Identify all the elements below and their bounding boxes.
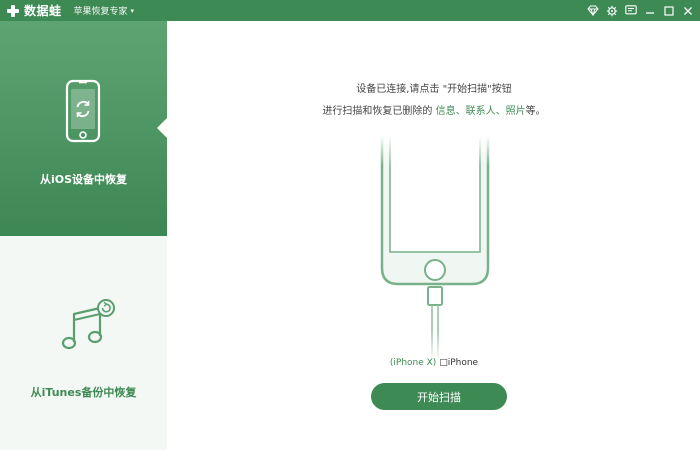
hint-messages: 信息 bbox=[435, 106, 456, 117]
phone-refresh-icon bbox=[65, 79, 101, 143]
hint-text: 等。 bbox=[525, 106, 546, 117]
start-scan-button[interactable]: 开始扫描 bbox=[371, 383, 507, 410]
connected-phone-illustration bbox=[370, 136, 500, 361]
settings-icon[interactable] bbox=[604, 3, 620, 19]
feedback-icon[interactable] bbox=[623, 3, 639, 19]
device-name: □iPhone bbox=[439, 358, 479, 368]
device-model: (iPhone X) bbox=[389, 358, 437, 368]
title-bar: 数据蛙 苹果恢复专家 ▾ bbox=[0, 0, 700, 21]
diamond-icon[interactable] bbox=[585, 3, 601, 19]
minimize-icon[interactable] bbox=[642, 3, 658, 19]
active-pointer bbox=[157, 118, 167, 138]
music-refresh-icon bbox=[61, 299, 115, 350]
hint-separator: 、 bbox=[495, 106, 506, 117]
hint-contacts: 联系人 bbox=[465, 106, 496, 117]
main-panel: 设备已连接,请点击 "开始扫描"按钮 进行扫描和恢复已删除的 信息、联系人、照片… bbox=[168, 21, 700, 450]
product-name: 苹果恢复专家 bbox=[73, 7, 128, 17]
device-info: (iPhone X) □iPhone bbox=[168, 358, 700, 368]
window-controls bbox=[582, 0, 696, 21]
sidebar: 从iOS设备中恢复 从iTunes备份中恢复 bbox=[0, 21, 167, 450]
close-icon[interactable] bbox=[680, 3, 696, 19]
app-logo: 数据蛙 bbox=[6, 2, 62, 19]
cross-logo-icon bbox=[6, 4, 20, 18]
sidebar-item-label: 从iTunes备份中恢复 bbox=[30, 386, 137, 399]
hint-text: 进行扫描和恢复已删除的 bbox=[322, 106, 436, 117]
sidebar-item-label: 从iOS设备中恢复 bbox=[39, 173, 128, 186]
maximize-icon[interactable] bbox=[661, 3, 677, 19]
chevron-down-icon: ▾ bbox=[130, 6, 135, 15]
hint-photos: 照片 bbox=[505, 106, 526, 117]
sidebar-item-ios-device[interactable]: 从iOS设备中恢复 bbox=[0, 21, 167, 236]
connect-hint-line1: 设备已连接,请点击 "开始扫描"按钮 bbox=[356, 84, 512, 95]
app-name: 数据蛙 bbox=[24, 4, 62, 18]
product-selector[interactable]: 苹果恢复专家 ▾ bbox=[73, 4, 135, 18]
hint-separator: 、 bbox=[455, 106, 466, 117]
sidebar-item-itunes-backup[interactable]: 从iTunes备份中恢复 bbox=[0, 236, 167, 450]
connect-hint-line2: 进行扫描和恢复已删除的 信息、联系人、照片等。 bbox=[168, 102, 700, 117]
